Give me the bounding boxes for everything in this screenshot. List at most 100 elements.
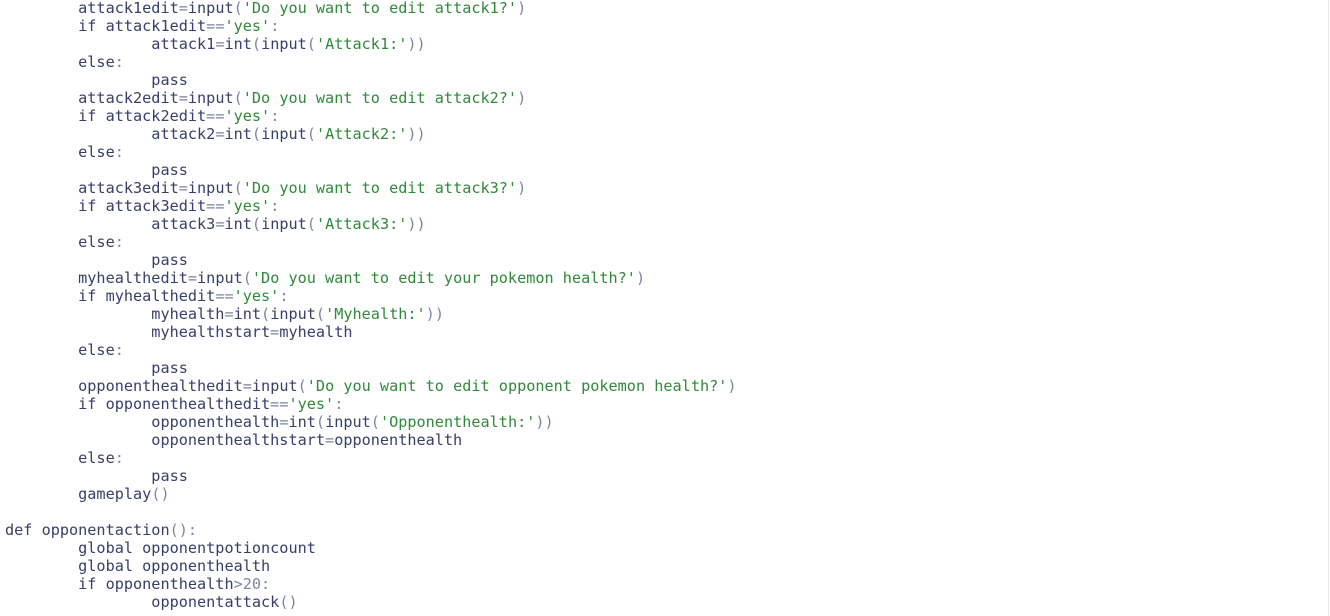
code-token: global opponenthealth [5, 557, 271, 575]
code-line: pass [5, 71, 737, 89]
code-token: input [187, 89, 234, 107]
code-line: pass [5, 359, 737, 377]
code-token: int [288, 413, 316, 431]
code-token: ) [635, 269, 646, 287]
code-line: if attack2edit=='yes': [5, 107, 737, 125]
code-line: else: [5, 449, 737, 467]
code-token: int [233, 305, 262, 323]
code-line: myhealthedit=input('Do you want to edit … [5, 269, 737, 287]
code-token: : [270, 107, 280, 125]
code-token: input [325, 413, 371, 431]
code-token: myhealthstart [5, 323, 271, 341]
code-token: pass [5, 251, 188, 269]
code-token: attack2edit [5, 89, 179, 107]
code-token: 'Do you want to edit attack2?' [242, 89, 518, 107]
code-token: 'Attack1:' [315, 35, 408, 53]
code-token: 'Attack3:' [315, 215, 408, 233]
code-token: input [251, 377, 298, 395]
code-token: ( [306, 35, 316, 53]
code-line: opponenthealth=int(input('Opponenthealth… [5, 413, 737, 431]
code-token: )) [425, 305, 444, 323]
code-line: pass [5, 467, 737, 485]
code-line: if attack1edit=='yes': [5, 17, 737, 35]
code-token: )) [407, 125, 426, 143]
code-token: ) [517, 0, 527, 17]
code-token: )) [535, 413, 554, 431]
code-line: if myhealthedit=='yes': [5, 287, 737, 305]
code-token: input [270, 305, 316, 323]
code-token: ( [297, 377, 307, 395]
code-line: if attack3edit=='yes': [5, 197, 737, 215]
code-token: pass [5, 467, 188, 485]
code-line: global opponentpotioncount [5, 539, 737, 557]
code-token: input [261, 125, 307, 143]
code-token: attack3 [5, 215, 216, 233]
code-line: else: [5, 143, 737, 161]
code-token: = [178, 89, 188, 107]
code-line: opponenthealthedit=input('Do you want to… [5, 377, 736, 395]
code-token: if opponenthealth [5, 575, 234, 593]
code-token: int [224, 35, 252, 53]
code-token: if attack3edit [5, 197, 207, 215]
code-line: def opponentaction(): [5, 521, 737, 539]
code-token: = [187, 269, 198, 287]
code-token: = [178, 0, 188, 17]
code-token: = [224, 305, 234, 323]
code-token: > [233, 575, 243, 593]
code-token: opponenthealthedit [5, 377, 243, 395]
code-line: opponenthealthstart=opponenthealth [5, 431, 737, 449]
code-token: : [114, 143, 124, 161]
code-token: myhealthedit [5, 269, 188, 287]
code-token: ) [517, 179, 527, 197]
code-line: attack1=int(input('Attack1:')) [5, 35, 737, 53]
code-token: : [279, 287, 289, 305]
code-token: : [114, 233, 124, 251]
code-token: 'Myhealth:' [325, 305, 426, 323]
code-token: pass [5, 161, 188, 179]
code-token: : [114, 449, 124, 467]
code-line: attack2edit=input('Do you want to edit a… [5, 89, 737, 107]
code-line: pass [5, 161, 737, 179]
code-token: ( [242, 269, 252, 287]
code-token: = [242, 377, 252, 395]
code-token: else [5, 233, 115, 251]
code-token: : [114, 53, 124, 71]
code-line: attack3=int(input('Attack3:')) [5, 215, 737, 233]
code-token: ( [233, 0, 243, 17]
code-token: 'Do you want to edit attack1?' [242, 0, 518, 17]
code-token: else [5, 449, 115, 467]
code-token: 'Do you want to edit attack3?' [242, 179, 518, 197]
code-line: attack1edit=input('Do you want to edit a… [5, 0, 737, 17]
code-token: if attack2edit [5, 107, 207, 125]
code-token: = [178, 179, 188, 197]
code-token: ( [306, 125, 316, 143]
code-line: if opponenthealth>20: [5, 575, 737, 593]
code-token: int [224, 215, 252, 233]
code-token: int [224, 125, 252, 143]
code-token: attack2 [5, 125, 216, 143]
code-token: () [279, 593, 298, 611]
code-token: 'yes' [224, 197, 271, 215]
code-token: opponenthealth [334, 431, 463, 449]
code-token: attack1edit [5, 0, 179, 17]
code-token: else [5, 341, 115, 359]
code-token: ( [315, 305, 326, 323]
code-token: attack1 [5, 35, 216, 53]
code-token: ( [233, 89, 243, 107]
code-token: () [151, 485, 170, 503]
source-code: attack1edit=input('Do you want to edit a… [5, 0, 737, 616]
code-token: : [270, 197, 280, 215]
code-token: opponenthealthstart [5, 431, 326, 449]
code-token: def opponentaction [5, 521, 170, 539]
code-token: == [215, 287, 234, 305]
code-token: ( [306, 215, 316, 233]
code-line: gameplay() [5, 485, 737, 503]
code-token: : [270, 17, 280, 35]
code-view[interactable]: attack1edit=input('Do you want to edit a… [0, 0, 1329, 616]
code-line: else: [5, 341, 737, 359]
code-token: input [187, 179, 234, 197]
code-token: ( [251, 35, 262, 53]
code-token: 'Do you want to edit opponent pokemon he… [306, 377, 728, 395]
code-token: )) [407, 215, 426, 233]
